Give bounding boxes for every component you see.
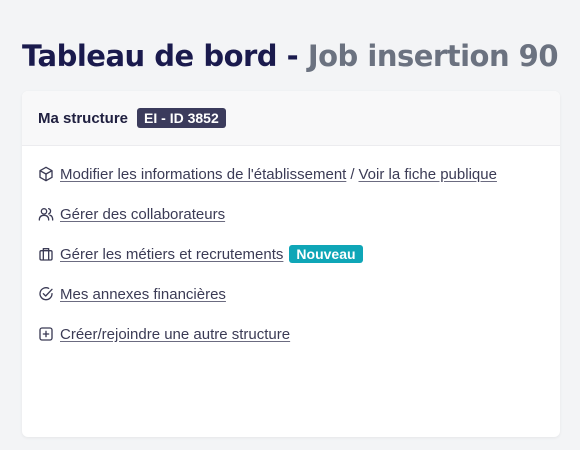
users-icon [38, 206, 54, 222]
list-item-collaborators: Gérer des collaborateurs [38, 202, 560, 226]
page-title-structure: Job insertion 90 [307, 39, 559, 73]
public-profile-link[interactable]: Voir la fiche publique [359, 166, 497, 183]
manage-collaborators-link[interactable]: Gérer des collaborateurs [60, 206, 225, 223]
card-header-label: Ma structure [38, 109, 129, 127]
card-header: Ma structure EI - ID 3852 [22, 91, 560, 146]
modify-establishment-link[interactable]: Modifier les informations de l'établisse… [60, 166, 346, 183]
briefcase-icon [38, 246, 54, 262]
structure-id-badge: EI - ID 3852 [137, 108, 226, 128]
manage-jobs-link[interactable]: Gérer les métiers et recrutements [60, 246, 283, 263]
list-item-jobs: Gérer les métiers et recrutements Nouvea… [38, 242, 560, 266]
page-title-separator: - [286, 39, 299, 73]
list-item-modify-info: Modifier les informations de l'établisse… [38, 162, 560, 186]
page-title-main: Tableau de bord [22, 39, 278, 73]
cube-icon [38, 166, 54, 182]
card-body: Modifier les informations de l'établisse… [22, 146, 560, 346]
plus-square-icon [38, 326, 54, 342]
list-item-create-structure: Créer/rejoindre une autre structure [38, 322, 560, 346]
check-circle-icon [38, 286, 54, 302]
page-title: Tableau de bord - Job insertion 90 [22, 36, 559, 76]
financial-annexes-link[interactable]: Mes annexes financières [60, 286, 226, 303]
new-badge: Nouveau [289, 245, 363, 263]
structure-card: Ma structure EI - ID 3852 Modifier les i… [22, 91, 560, 437]
list-item-annexes: Mes annexes financières [38, 282, 560, 306]
create-join-structure-link[interactable]: Créer/rejoindre une autre structure [60, 326, 290, 343]
link-separator: / [350, 165, 355, 183]
